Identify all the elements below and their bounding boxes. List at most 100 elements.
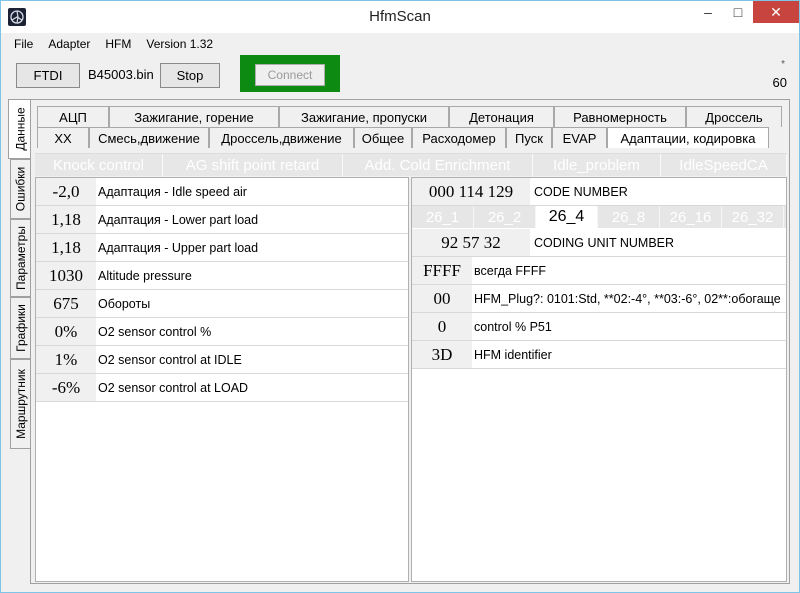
subtab-26-4[interactable]: 26_4 <box>536 206 598 228</box>
tab-ignition-misfire[interactable]: Зажигание, пропуски <box>279 106 449 127</box>
row-value: 675 <box>36 290 96 317</box>
list-item: 1,18 Адаптация - Lower part load <box>36 206 408 234</box>
menu-hfm[interactable]: HFM <box>105 37 131 51</box>
row-label: Altitude pressure <box>98 268 192 283</box>
code-number-row: 000 114 129 CODE NUMBER <box>412 178 786 206</box>
row-value: 0 <box>412 313 472 340</box>
subtab-26-1[interactable]: 26_1 <box>412 206 474 228</box>
toolbar: FTDI B45003.bin Stop Connect * 60 <box>2 55 799 95</box>
subtab-idle-problem[interactable]: Idle_problem <box>533 154 661 176</box>
coding-subtabs: 26_1 26_2 26_4 26_8 26_16 26_32 <box>412 206 786 228</box>
coding-unit-label: CODING UNIT NUMBER <box>534 235 675 250</box>
list-item: -6% O2 sensor control at LOAD <box>36 374 408 402</box>
tab-mixture-motion[interactable]: Смесь,движение <box>89 127 209 148</box>
code-number-value: 000 114 129 <box>412 178 530 205</box>
list-item: 0 control % P51 <box>412 313 786 341</box>
tab-idle[interactable]: ХХ <box>37 127 89 148</box>
list-item: -2,0 Адаптация - Idle speed air <box>36 178 408 206</box>
tab-flowmeter[interactable]: Расходомер <box>412 127 506 148</box>
menu-file[interactable]: File <box>14 37 33 51</box>
vtab-data-label: Данные <box>13 107 28 151</box>
list-item: 0% O2 sensor control % <box>36 318 408 346</box>
row-label: Адаптация - Idle speed air <box>98 184 247 199</box>
row-label: O2 sensor control % <box>98 324 212 339</box>
row-value: -6% <box>36 374 96 401</box>
tab-general[interactable]: Общее <box>354 127 412 148</box>
tab-row-1: АЦП Зажигание, горение Зажигание, пропус… <box>37 106 782 127</box>
menu-adapter[interactable]: Adapter <box>48 37 90 51</box>
code-number-label: CODE NUMBER <box>534 184 628 199</box>
row-label: Адаптация - Lower part load <box>98 212 259 227</box>
tab-smoothness[interactable]: Равномерность <box>554 106 686 127</box>
tab-row-2: ХХ Смесь,движение Дроссель,движение Обще… <box>37 127 769 148</box>
connect-button[interactable]: Connect <box>255 64 325 86</box>
row-label: Обороты <box>98 296 151 311</box>
row-label: всегда FFFF <box>474 263 546 278</box>
subtab-26-2[interactable]: 26_2 <box>474 206 536 228</box>
row-value: 00 <box>412 285 472 312</box>
row-label: Адаптация - Upper part load <box>98 240 259 255</box>
subtab-26-16[interactable]: 26_16 <box>660 206 722 228</box>
left-values-panel: -2,0 Адаптация - Idle speed air 1,18 Ада… <box>35 177 409 582</box>
close-button[interactable]: ✕ <box>753 1 799 23</box>
window-title: HfmScan <box>369 8 431 25</box>
list-item: 1030 Altitude pressure <box>36 262 408 290</box>
list-item: 1% O2 sensor control at IDLE <box>36 346 408 374</box>
minimize-button[interactable]: – <box>693 1 723 23</box>
tab-throttle-motion[interactable]: Дроссель,движение <box>209 127 354 148</box>
vtab-parameters-label: Параметры <box>13 226 28 290</box>
connect-frame: Connect <box>240 55 340 92</box>
vtab-route-label: Маршрутник <box>13 369 28 439</box>
stop-button[interactable]: Stop <box>160 63 220 88</box>
subtab-cold-enrichment[interactable]: Add. Cold Enrichment <box>343 154 533 176</box>
vtab-errors-label: Ошибки <box>13 166 28 212</box>
counter-value: 60 <box>772 75 787 90</box>
tab-knock[interactable]: Детонация <box>449 106 554 127</box>
list-item: 675 Обороты <box>36 290 408 318</box>
vtab-errors[interactable]: Ошибки <box>10 159 30 219</box>
vtab-parameters[interactable]: Параметры <box>10 219 30 297</box>
row-value: 1,18 <box>36 234 96 261</box>
row-value: 1030 <box>36 262 96 289</box>
tab-evap[interactable]: EVAP <box>552 127 607 148</box>
coding-unit-value: 92 57 32 <box>412 229 530 256</box>
main-panel: АЦП Зажигание, горение Зажигание, пропус… <box>30 99 790 584</box>
row-value: 1% <box>36 346 96 373</box>
row-label: HFM_Plug?: 0101:Std, **02:-4°, **03:-6°,… <box>474 291 781 306</box>
right-values-panel: 000 114 129 CODE NUMBER 26_1 26_2 26_4 2… <box>411 177 787 582</box>
subtab-idlespeedca[interactable]: IdleSpeedCA <box>661 154 787 176</box>
row-label: O2 sensor control at LOAD <box>98 380 249 395</box>
list-item: 1,18 Адаптация - Upper part load <box>36 234 408 262</box>
row-value: 1,18 <box>36 206 96 233</box>
tab-start[interactable]: Пуск <box>506 127 552 148</box>
subtab-ag-shift[interactable]: AG shift point retard <box>163 154 343 176</box>
menu-bar: File Adapter HFM Version 1.32 <box>2 33 799 55</box>
row-value: FFFF <box>412 257 472 284</box>
subtab-26-8[interactable]: 26_8 <box>598 206 660 228</box>
row-label: control % P51 <box>474 319 552 334</box>
tab-throttle[interactable]: Дроссель <box>686 106 782 127</box>
title-bar[interactable]: HfmScan – □ ✕ <box>1 1 799 33</box>
tab-adaptations-coding[interactable]: Адаптации, кодировка <box>607 127 769 148</box>
list-item: 00 HFM_Plug?: 0101:Std, **02:-4°, **03:-… <box>412 285 786 313</box>
modified-marker: * <box>781 59 785 70</box>
menu-version[interactable]: Version 1.32 <box>146 37 213 51</box>
side-tabs: Данные Ошибки Параметры Графики Маршрутн… <box>8 99 32 449</box>
row-value: 3D <box>412 341 472 368</box>
ftdi-button[interactable]: FTDI <box>16 63 80 88</box>
row-label: O2 sensor control at IDLE <box>98 352 242 367</box>
vtab-graphs[interactable]: Графики <box>10 297 30 359</box>
tab-adc[interactable]: АЦП <box>37 106 109 127</box>
row-label: HFM identifier <box>474 347 552 362</box>
vtab-graphs-label: Графики <box>13 304 28 352</box>
list-item: 3D HFM identifier <box>412 341 786 369</box>
subtab-knock-control[interactable]: Knock control <box>35 154 163 176</box>
maximize-button[interactable]: □ <box>723 1 753 23</box>
subtab-26-32[interactable]: 26_32 <box>722 206 784 228</box>
vtab-route[interactable]: Маршрутник <box>10 359 30 449</box>
vtab-data[interactable]: Данные <box>8 99 32 159</box>
sub-tabs: Knock control AG shift point retard Add.… <box>35 153 787 176</box>
tab-ignition-combustion[interactable]: Зажигание, горение <box>109 106 279 127</box>
list-item: FFFF всегда FFFF <box>412 257 786 285</box>
coding-unit-row: 92 57 32 CODING UNIT NUMBER <box>412 229 786 257</box>
